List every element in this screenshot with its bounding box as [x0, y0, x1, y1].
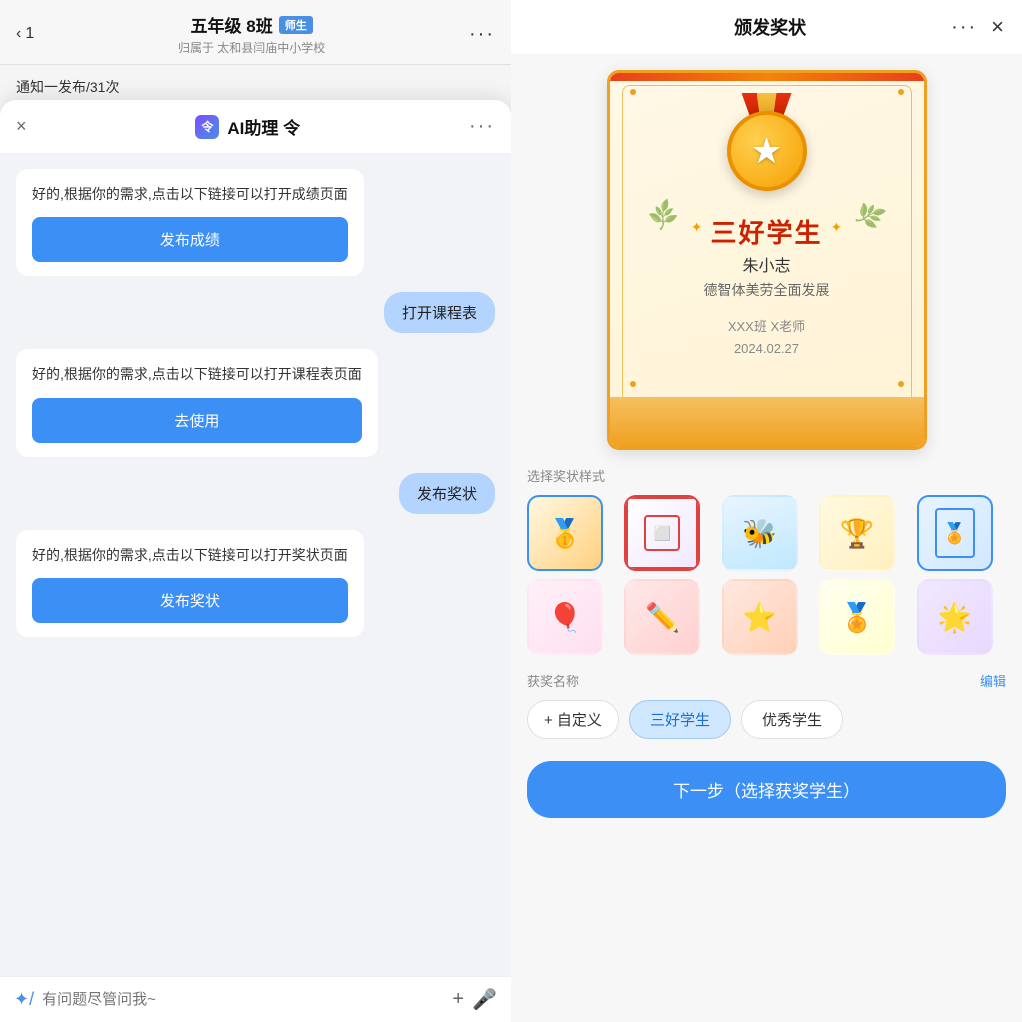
- style-thumb-9: 🏅: [821, 581, 893, 653]
- cert-info: XXX班 X老师 2024.02.27: [728, 316, 805, 360]
- back-label: 1: [25, 25, 34, 43]
- sparkle-icon: ✦/: [14, 989, 34, 1010]
- class-name: 五年级 8班: [191, 12, 273, 37]
- chat-input[interactable]: [42, 991, 444, 1008]
- style-grid-row2: 🎈 ✏️ ⭐ 🏅 🌟: [527, 579, 1006, 655]
- bot-message-1: 好的,根据你的需求,点击以下链接可以打开成绩页面 发布成绩: [16, 169, 364, 276]
- right-panel-title: 颁发奖状: [734, 14, 806, 40]
- cert-dot-2: [898, 89, 904, 95]
- sanhao-chip-button[interactable]: 三好学生: [629, 700, 731, 739]
- award-name-edit-button[interactable]: 编辑: [980, 671, 1006, 690]
- cert-student-name: 朱小志: [742, 252, 790, 276]
- style-item-9[interactable]: 🏅: [819, 579, 895, 655]
- right-more-button[interactable]: ···: [951, 16, 977, 39]
- user-message-1: 打开课程表: [384, 292, 495, 333]
- right-header-actions: ··· ×: [951, 14, 1004, 40]
- certificate-preview-wrapper: ★ 🌿 🌿 ✦ 三好学生 ✦ 朱小志 德智体美劳全面发展 XXX班 X老师 20…: [511, 54, 1022, 466]
- custom-chip-button[interactable]: + 自定义: [527, 700, 619, 739]
- back-chevron-icon: ‹: [16, 25, 21, 43]
- certificate-preview: ★ 🌿 🌿 ✦ 三好学生 ✦ 朱小志 德智体美劳全面发展 XXX班 X老师 20…: [607, 70, 927, 450]
- ai-header: × 令 AI助理 令 ···: [0, 100, 511, 153]
- style-thumb-3: 🐝: [724, 497, 796, 569]
- class-title: 五年级 8班 师生: [34, 12, 469, 37]
- mic-button[interactable]: 🎤: [472, 987, 497, 1012]
- ai-icon: 令: [195, 115, 219, 139]
- teacher-badge: 师生: [279, 16, 313, 34]
- right-panel: 颁发奖状 ··· × ★ 🌿 🌿: [511, 0, 1022, 1022]
- top-bar-left: ‹ 1: [16, 25, 34, 43]
- award-name-header: 获奖名称 编辑: [527, 671, 1006, 690]
- top-bar: ‹ 1 五年级 8班 师生 归属于 太和县闫庙中小学校 ···: [0, 0, 511, 65]
- cert-award-title: 三好学生: [710, 213, 822, 250]
- deco-star-left: ✦: [691, 219, 703, 236]
- style-thumb-4: 🏆: [821, 497, 893, 569]
- style-item-7[interactable]: ✏️: [624, 579, 700, 655]
- top-bar-center: 五年级 8班 师生 归属于 太和县闫庙中小学校: [34, 12, 469, 56]
- medal-circle: ★: [727, 111, 807, 191]
- wheat-left-icon: 🌿: [645, 198, 682, 234]
- style-thumb-6: 🎈: [529, 581, 601, 653]
- bot-text-1: 好的,根据你的需求,点击以下链接可以打开成绩页面: [32, 183, 348, 205]
- medal: ★: [727, 93, 807, 191]
- more-options-button[interactable]: ···: [469, 23, 495, 46]
- deco-star-right: ✦: [831, 219, 843, 236]
- style-section: 选择奖状样式 🥇 ⬜ 🐝 🏆 🏅: [511, 466, 1022, 663]
- style-grid-row1: 🥇 ⬜ 🐝 🏆 🏅: [527, 495, 1006, 571]
- style-thumb-7: ✏️: [626, 581, 698, 653]
- bot-text-2: 好的,根据你的需求,点击以下链接可以打开课程表页面: [32, 363, 362, 385]
- award-name-chips: + 自定义 三好学生 优秀学生: [527, 700, 1006, 739]
- chat-area[interactable]: 好的,根据你的需求,点击以下链接可以打开成绩页面 发布成绩 打开课程表 好的,根…: [0, 153, 511, 976]
- style-item-4[interactable]: 🏆: [819, 495, 895, 571]
- cert-description: 德智体美劳全面发展: [704, 280, 830, 300]
- youxiu-chip-button[interactable]: 优秀学生: [741, 700, 843, 739]
- style-thumb-8: ⭐: [724, 581, 796, 653]
- style-item-10[interactable]: 🌟: [917, 579, 993, 655]
- ai-panel: × 令 AI助理 令 ··· 好的,根据你的需求,点击以下链接可以打开成绩页面 …: [0, 100, 511, 1022]
- next-button-wrapper: 下一步（选择获奖学生）: [511, 749, 1022, 838]
- style-item-6[interactable]: 🎈: [527, 579, 603, 655]
- style-item-5[interactable]: 🏅: [917, 495, 993, 571]
- style-item-1[interactable]: 🥇: [527, 495, 603, 571]
- publish-grades-button[interactable]: 发布成绩: [32, 217, 348, 262]
- use-schedule-button[interactable]: 去使用: [32, 398, 362, 443]
- right-header: 颁发奖状 ··· ×: [511, 0, 1022, 54]
- publish-award-button[interactable]: 发布奖状: [32, 578, 348, 623]
- style-item-3[interactable]: 🐝: [722, 495, 798, 571]
- back-button[interactable]: ‹ 1: [16, 25, 34, 43]
- bot-text-3: 好的,根据你的需求,点击以下链接可以打开奖状页面: [32, 544, 348, 566]
- user-message-2: 发布奖状: [399, 473, 495, 514]
- next-step-button[interactable]: 下一步（选择获奖学生）: [527, 761, 1006, 818]
- style-item-8[interactable]: ⭐: [722, 579, 798, 655]
- input-bar: ✦/ + 🎤: [0, 976, 511, 1022]
- medal-star-icon: ★: [750, 130, 782, 172]
- cert-date: 2024.02.27: [728, 338, 805, 360]
- style-section-label: 选择奖状样式: [527, 466, 1006, 485]
- style-thumb-10: 🌟: [919, 581, 991, 653]
- style-thumb-1: 🥇: [529, 497, 601, 569]
- left-panel: ‹ 1 五年级 8班 师生 归属于 太和县闫庙中小学校 ··· 通知一发布/31…: [0, 0, 511, 1022]
- cert-bottom-bar: [610, 397, 924, 447]
- ai-more-button[interactable]: ···: [469, 115, 495, 138]
- wheat-right-icon: 🌿: [851, 198, 888, 234]
- style-item-2[interactable]: ⬜: [624, 495, 700, 571]
- plus-button[interactable]: +: [452, 988, 464, 1011]
- right-close-button[interactable]: ×: [991, 14, 1004, 40]
- ai-title-text: AI助理 令: [227, 114, 300, 139]
- cert-dot-4: [898, 381, 904, 387]
- cert-dot-1: [630, 89, 636, 95]
- ai-title: 令 AI助理 令: [195, 114, 300, 139]
- style-thumb-2: ⬜: [626, 497, 698, 569]
- award-name-label: 获奖名称: [527, 671, 579, 690]
- bot-message-3: 好的,根据你的需求,点击以下链接可以打开奖状页面 发布奖状: [16, 530, 364, 637]
- notice-label: 通知一发布/31次: [16, 77, 119, 97]
- ai-close-button[interactable]: ×: [16, 116, 27, 137]
- cert-top-bar: [610, 73, 924, 81]
- cert-class-teacher: XXX班 X老师: [728, 316, 805, 338]
- cert-dot-3: [630, 381, 636, 387]
- notice-row: 通知一发布/31次: [16, 77, 495, 97]
- bot-message-2: 好的,根据你的需求,点击以下链接可以打开课程表页面 去使用: [16, 349, 378, 456]
- style-thumb-5: 🏅: [919, 497, 991, 569]
- award-name-section: 获奖名称 编辑 + 自定义 三好学生 优秀学生: [511, 663, 1022, 749]
- school-subtitle: 归属于 太和县闫庙中小学校: [34, 39, 469, 56]
